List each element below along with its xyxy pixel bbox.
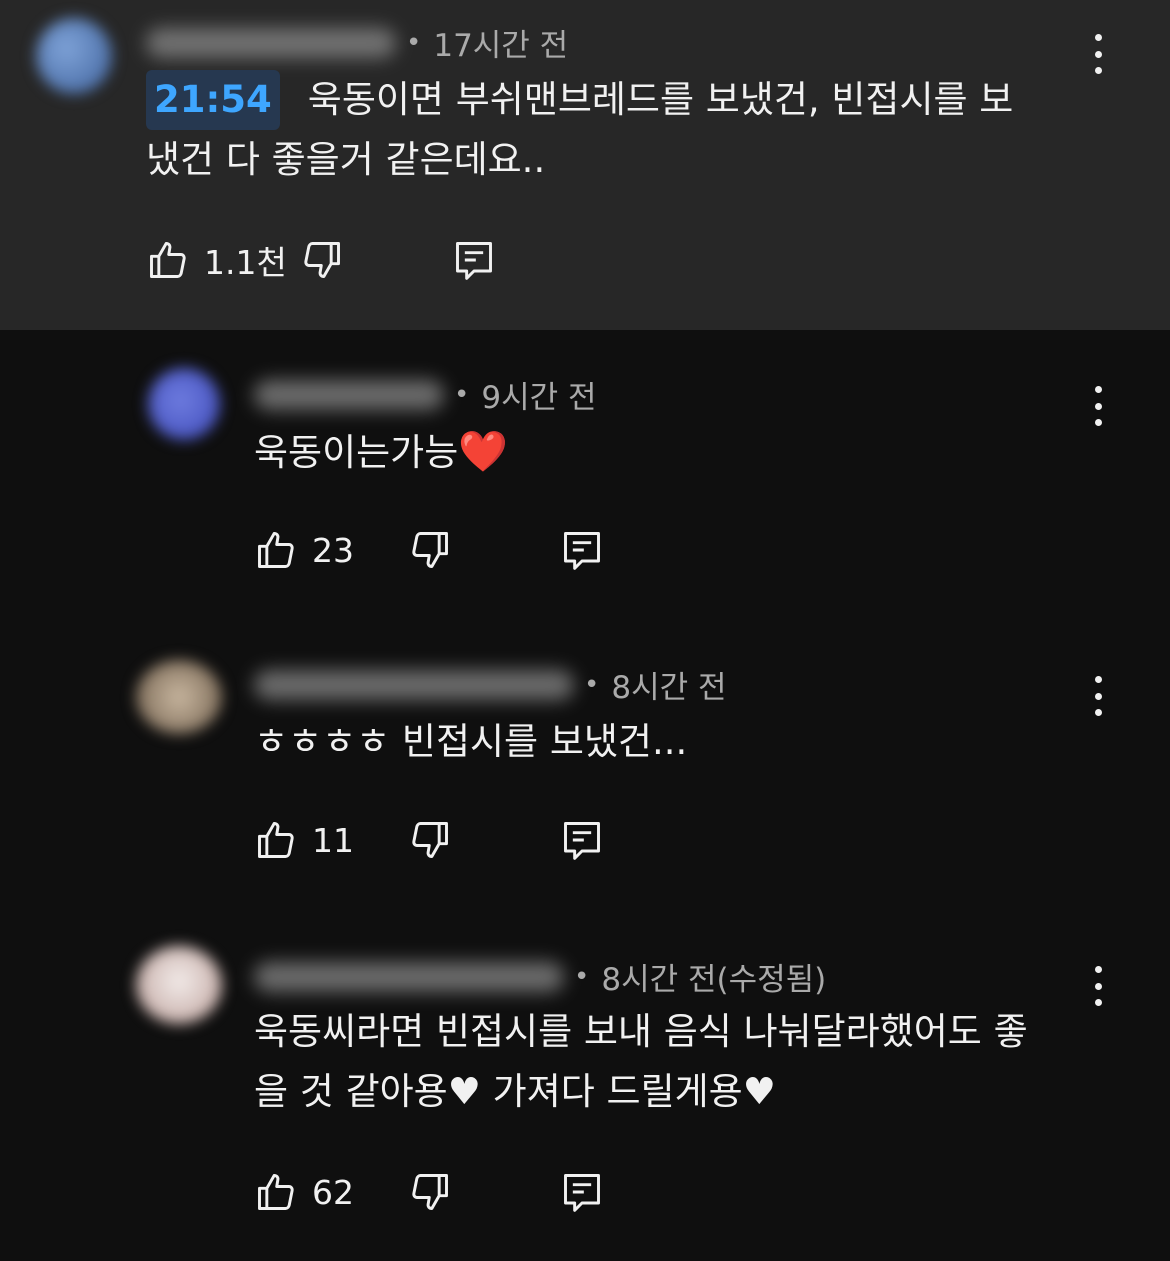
more-options-button[interactable] bbox=[1092, 34, 1104, 74]
avatar[interactable] bbox=[136, 660, 222, 734]
comment-text-line1: 욱동이는가능 bbox=[254, 431, 459, 474]
author-name-blurred[interactable] bbox=[254, 961, 564, 992]
comment-time: 17시간 전 bbox=[433, 28, 569, 64]
thumbs-down-icon[interactable] bbox=[300, 238, 344, 282]
comment-meta: • 17시간 전 bbox=[146, 20, 568, 65]
separator-dot: • bbox=[584, 669, 600, 700]
author-name-blurred[interactable] bbox=[254, 669, 574, 700]
thumbs-down-icon[interactable] bbox=[408, 528, 452, 572]
like-count: 62 bbox=[312, 1172, 354, 1212]
more-vertical-icon bbox=[1094, 34, 1102, 41]
author-name-blurred[interactable] bbox=[146, 27, 396, 58]
thumbs-down-icon[interactable] bbox=[408, 818, 452, 862]
reply-comment: • 8시간 전(수정됨) 욱동씨라면 빈접시를 보내 음식 나눠달라했어도 좋 … bbox=[0, 910, 1170, 1261]
like-count: 23 bbox=[312, 530, 354, 570]
comment-actions: 11 bbox=[254, 816, 604, 864]
red-heart-emoji: ❤️ bbox=[458, 429, 509, 475]
more-options-button[interactable] bbox=[1092, 386, 1104, 426]
thumbs-up-icon[interactable] bbox=[254, 528, 298, 572]
comment-time: 8시간 전(수정됨) bbox=[601, 962, 827, 998]
comment-actions: 62 bbox=[254, 1168, 604, 1216]
like-count: 11 bbox=[312, 820, 354, 860]
avatar[interactable] bbox=[148, 368, 220, 440]
comment-text: 욱동이는가능❤️ bbox=[254, 422, 1170, 483]
separator-dot: • bbox=[454, 379, 470, 410]
comment-actions: 1.1천 bbox=[146, 236, 496, 284]
reply-comment: • 9시간 전 욱동이는가능❤️ 23 bbox=[0, 330, 1170, 620]
avatar[interactable] bbox=[136, 946, 222, 1024]
comment-reply-icon[interactable] bbox=[452, 238, 496, 282]
comment-text-line1: 욱동씨라면 빈접시를 보내 음식 나눠달라했어도 좋 bbox=[254, 1010, 1028, 1053]
comment-text: ㅎㅎㅎㅎ 빈접시를 보냈건... bbox=[254, 712, 1170, 772]
comment-meta: • 9시간 전 bbox=[254, 372, 596, 417]
more-options-button[interactable] bbox=[1092, 966, 1104, 1006]
comment-text-line2: 냈건 다 좋을거 같은데요.. bbox=[146, 138, 546, 181]
author-name-blurred[interactable] bbox=[254, 379, 444, 410]
more-vertical-icon bbox=[1094, 676, 1102, 683]
more-options-button[interactable] bbox=[1092, 676, 1104, 716]
thumbs-up-icon[interactable] bbox=[254, 1170, 298, 1214]
comment-reply-icon[interactable] bbox=[560, 1170, 604, 1214]
like-count: 1.1천 bbox=[204, 243, 287, 282]
thumbs-up-icon[interactable] bbox=[254, 818, 298, 862]
highlighted-comment: • 17시간 전 21:54 욱동이면 부쉬맨브레드를 보냈건, 빈접시를 보 냈… bbox=[0, 0, 1170, 330]
comment-time: 9시간 전 bbox=[481, 380, 597, 416]
more-vertical-icon bbox=[1094, 386, 1102, 393]
comment-reply-icon[interactable] bbox=[560, 818, 604, 862]
comment-text: 욱동씨라면 빈접시를 보내 음식 나눠달라했어도 좋 을 것 같아용♥ 가져다 … bbox=[254, 1002, 1170, 1122]
more-vertical-icon bbox=[1094, 966, 1102, 973]
comment-reply-icon[interactable] bbox=[560, 528, 604, 572]
separator-dot: • bbox=[406, 27, 422, 58]
reply-comment: • 8시간 전 ㅎㅎㅎㅎ 빈접시를 보냈건... 11 bbox=[0, 620, 1170, 910]
thumbs-up-icon[interactable] bbox=[146, 238, 190, 282]
comment-meta: • 8시간 전(수정됨) bbox=[254, 954, 826, 999]
comment-text-line1: ㅎㅎㅎㅎ 빈접시를 보냈건... bbox=[254, 720, 688, 763]
avatar[interactable] bbox=[36, 18, 112, 94]
comment-text: 21:54 욱동이면 부쉬맨브레드를 보냈건, 빈접시를 보 냈건 다 좋을거 같… bbox=[146, 70, 1076, 190]
comment-meta: • 8시간 전 bbox=[254, 662, 726, 707]
comment-text-line2: 을 것 같아용♥ 가져다 드릴게용♥ bbox=[254, 1070, 776, 1113]
timestamp-link[interactable]: 21:54 bbox=[146, 70, 280, 130]
comment-text-line1: 욱동이면 부쉬맨브레드를 보냈건, 빈접시를 보 bbox=[307, 78, 1014, 121]
separator-dot: • bbox=[574, 961, 590, 992]
comment-actions: 23 bbox=[254, 526, 604, 574]
thumbs-down-icon[interactable] bbox=[408, 1170, 452, 1214]
comment-time: 8시간 전 bbox=[611, 670, 727, 706]
